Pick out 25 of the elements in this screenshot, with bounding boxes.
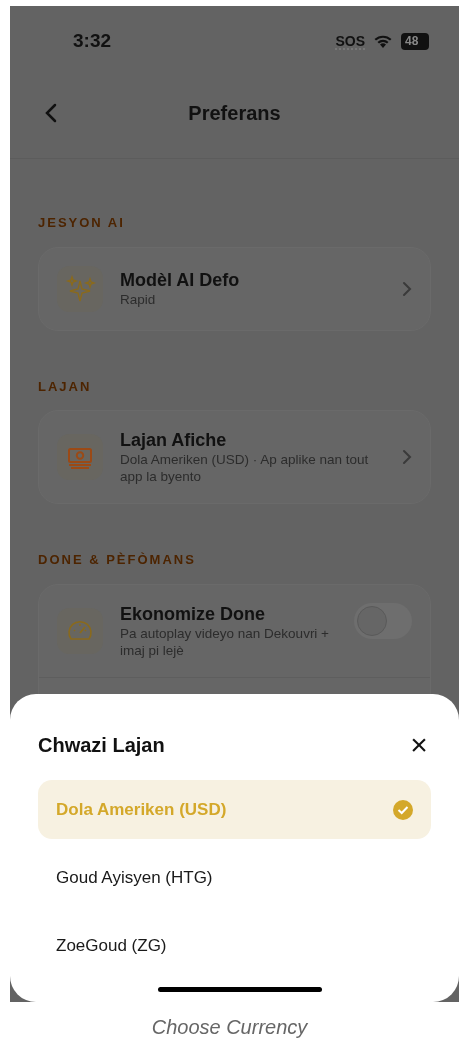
section-heading: JESYON AI: [38, 214, 126, 232]
currency-option[interactable]: Dola Ameriken (USD): [38, 780, 431, 839]
page-title: Preferans: [188, 101, 281, 126]
chevron-right-icon: [402, 280, 412, 297]
row-subtitle: Rapid: [120, 291, 157, 308]
back-button[interactable]: [44, 102, 58, 124]
status-time: 3:32: [73, 29, 112, 54]
row-title: Lajan Afiche: [120, 429, 228, 451]
chevron-right-icon: [402, 449, 412, 465]
caption: Choose Currency: [151, 1015, 308, 1040]
row-title: Ekonomize Done: [120, 602, 267, 625]
wifi-icon: [373, 34, 393, 49]
settings-row[interactable]: Modèl AI Defo Rapid: [39, 247, 430, 330]
sos-indicator: SOS: [335, 33, 365, 50]
section-heading: DONE & PÈFÒMANS: [38, 551, 197, 569]
check-circle-icon: [393, 799, 413, 820]
close-button[interactable]: ×: [407, 730, 431, 760]
row-title: Modèl AI Defo: [120, 269, 241, 291]
settings-row[interactable]: Lajan Afiche Dola Ameriken (USD) · Ap aplike nan tout app la byento: [39, 411, 430, 503]
section-heading: LAJAN: [38, 377, 93, 396]
sheet-title: Chwazi Lajan: [38, 733, 165, 758]
row-subtitle: Dola Ameriken (USD) · Ap aplike nan tout app la byento: [120, 451, 370, 485]
settings-row[interactable]: Ekonomize Done Pa autoplay videyo nan Dekouvri + imaj pi lejè: [39, 584, 430, 678]
row-subtitle: Pa autoplay videyo nan Dekouvri + imaj pi lejè: [120, 624, 330, 659]
battery-indicator: 48: [401, 33, 429, 50]
